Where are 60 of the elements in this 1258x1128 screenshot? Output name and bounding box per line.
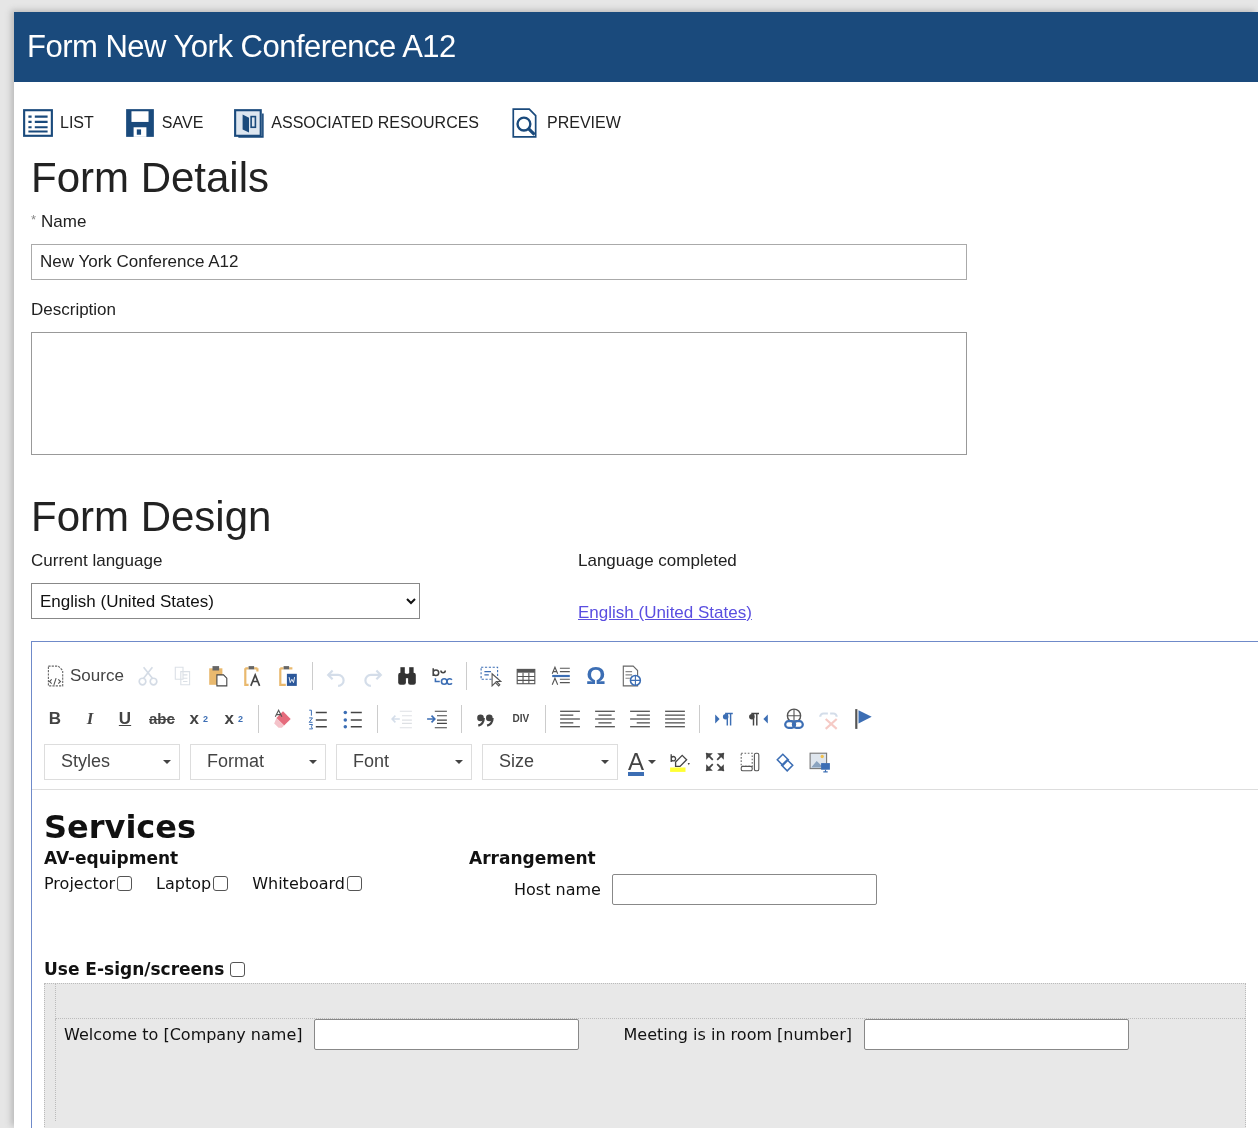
- toolbar-button[interactable]: [782, 705, 805, 732]
- toolbar-button[interactable]: Ω: [584, 662, 607, 689]
- dotted-blocks-icon: [739, 750, 761, 773]
- source-button[interactable]: Source: [44, 662, 124, 689]
- field-label: Description: [31, 300, 117, 320]
- field-label: Host name: [514, 880, 601, 899]
- expand-arrows-icon: [704, 750, 726, 773]
- checkbox[interactable]: [346, 876, 362, 891]
- toolbar-button[interactable]: B: [44, 705, 66, 732]
- field-label: Current language: [31, 551, 163, 571]
- toolbar-button[interactable]: abc: [149, 705, 175, 732]
- checkbox[interactable]: [117, 876, 133, 891]
- group-title: Arrangement: [469, 848, 597, 868]
- field-label: Welcome to [Company name]: [64, 1025, 303, 1044]
- clipboard-document-icon: [276, 664, 299, 687]
- globe-link-icon: [782, 707, 805, 730]
- name-field[interactable]: New York Conference A12: [31, 244, 967, 280]
- toolbar-button[interactable]: I: [79, 705, 101, 732]
- language-dropdown[interactable]: English (United States): [31, 583, 420, 619]
- text-field[interactable]: [864, 1019, 1130, 1050]
- field-label: Name: [41, 212, 87, 232]
- dropdown[interactable]: Size: [482, 743, 618, 780]
- window-title: Form New York Conference A12: [14, 12, 1258, 82]
- description-field[interactable]: [31, 332, 967, 455]
- selection-cursor-icon: [479, 664, 502, 687]
- section-heading: Form Details: [31, 154, 271, 202]
- binoculars-icon: [395, 664, 418, 687]
- required-asterisk: *: [31, 212, 37, 229]
- toolbar-button[interactable]: DIV: [509, 705, 532, 732]
- toolbar-button[interactable]: SAVE: [123, 104, 204, 142]
- toolbar-button[interactable]: PREVIEW: [509, 104, 621, 142]
- dropdown[interactable]: Styles: [44, 743, 180, 780]
- language-link[interactable]: English (United States): [578, 603, 752, 623]
- field-label: Meeting is in room [number]: [623, 1025, 853, 1044]
- scissors-icon: [136, 664, 159, 687]
- section-heading: Form Design: [31, 493, 273, 541]
- toolbar-button[interactable]: ASSOCIATED RESOURCES: [233, 104, 480, 142]
- toolbar-button[interactable]: LIST: [22, 104, 94, 142]
- image-monitor-icon: [809, 750, 831, 773]
- option-label: Projector: [44, 874, 116, 893]
- checkbox[interactable]: [213, 876, 229, 891]
- option-label: Use E-sign/screens: [44, 959, 225, 979]
- checkbox[interactable]: [230, 961, 246, 977]
- text-rule-icon: [549, 664, 572, 687]
- group-title: AV-equipment: [44, 848, 180, 868]
- dropdown[interactable]: Format: [190, 743, 326, 780]
- toolbar-button[interactable]: x$^{2}$: [222, 705, 245, 732]
- text-field[interactable]: [314, 1019, 580, 1050]
- clipboard-icon: [206, 664, 229, 687]
- dropdown[interactable]: Font: [336, 743, 472, 780]
- toolbar-button[interactable]: U: [114, 705, 136, 732]
- host-name-field[interactable]: [611, 874, 877, 905]
- book-icon: [233, 107, 266, 139]
- toolbar-button[interactable]: A: [628, 748, 656, 775]
- numbered-list-icon: [306, 707, 329, 730]
- list-icon: [22, 107, 54, 139]
- option-label: Laptop: [156, 874, 212, 893]
- content-heading: Services: [44, 808, 198, 846]
- field-label: Language completed: [578, 551, 737, 571]
- option-label: Whiteboard: [252, 874, 345, 893]
